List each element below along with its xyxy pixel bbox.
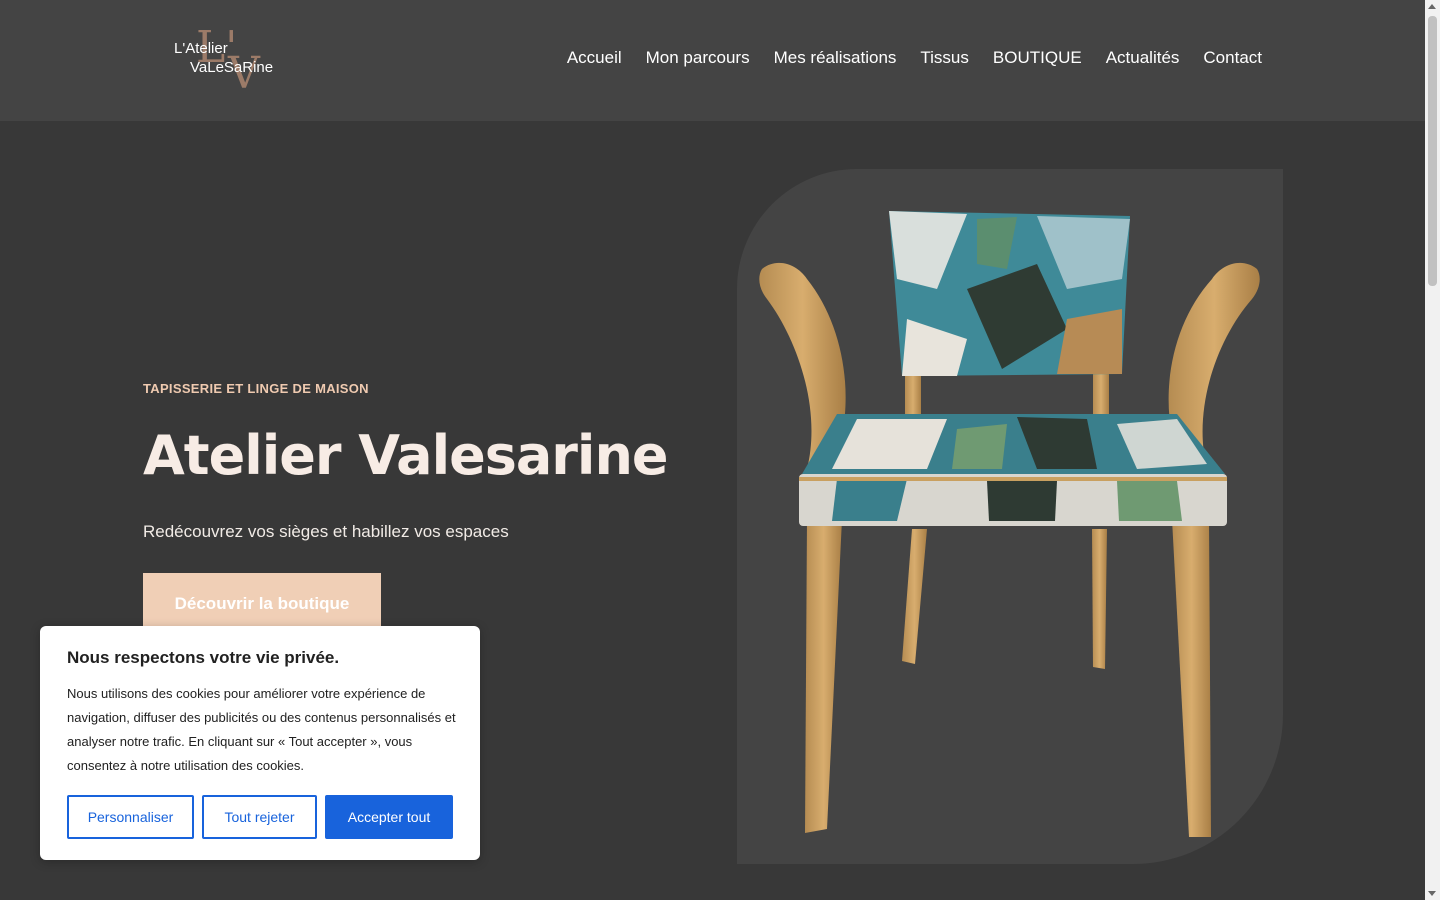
logo-line-1: L'Atelier bbox=[174, 40, 228, 57]
scroll-down-icon[interactable] bbox=[1428, 891, 1436, 896]
page-scrollbar[interactable] bbox=[1425, 0, 1440, 900]
nav-mes-realisations[interactable]: Mes réalisations bbox=[774, 48, 897, 68]
nav-boutique[interactable]: BOUTIQUE bbox=[993, 48, 1082, 68]
hero-title: Atelier Valesarine bbox=[143, 424, 669, 487]
accept-all-button[interactable]: Accepter tout bbox=[325, 795, 453, 839]
cookie-text: Nous utilisons des cookies pour améliore… bbox=[67, 686, 456, 773]
hero-image-panel bbox=[737, 169, 1283, 864]
armchair-photo bbox=[759, 211, 1260, 837]
nav-tissus[interactable]: Tissus bbox=[920, 48, 969, 68]
scroll-thumb[interactable] bbox=[1428, 16, 1437, 286]
scroll-up-icon[interactable] bbox=[1428, 4, 1436, 9]
nav-mon-parcours[interactable]: Mon parcours bbox=[646, 48, 750, 68]
hero-subtitle: Redécouvrez vos sièges et habillez vos e… bbox=[143, 522, 509, 541]
nav-contact[interactable]: Contact bbox=[1203, 48, 1262, 68]
customize-cookies-button[interactable]: Personnaliser bbox=[67, 795, 194, 839]
site-header: L' V L'Atelier VaLeSaRine Accueil Mon pa… bbox=[0, 0, 1425, 121]
logo-line-2: VaLeSaRine bbox=[190, 59, 274, 76]
main-nav: Accueil Mon parcours Mes réalisations Ti… bbox=[567, 48, 1262, 68]
nav-accueil[interactable]: Accueil bbox=[567, 48, 622, 68]
cookie-title: Nous respectons votre vie privée. bbox=[67, 648, 340, 667]
reject-all-button[interactable]: Tout rejeter bbox=[202, 795, 317, 839]
cookie-consent-banner: Nous respectons votre vie privée. Nous u… bbox=[40, 626, 480, 860]
hero-eyebrow: TAPISSERIE ET LINGE DE MAISON bbox=[143, 381, 369, 396]
site-logo[interactable]: L' V L'Atelier VaLeSaRine bbox=[172, 26, 282, 98]
nav-actualites[interactable]: Actualités bbox=[1106, 48, 1180, 68]
